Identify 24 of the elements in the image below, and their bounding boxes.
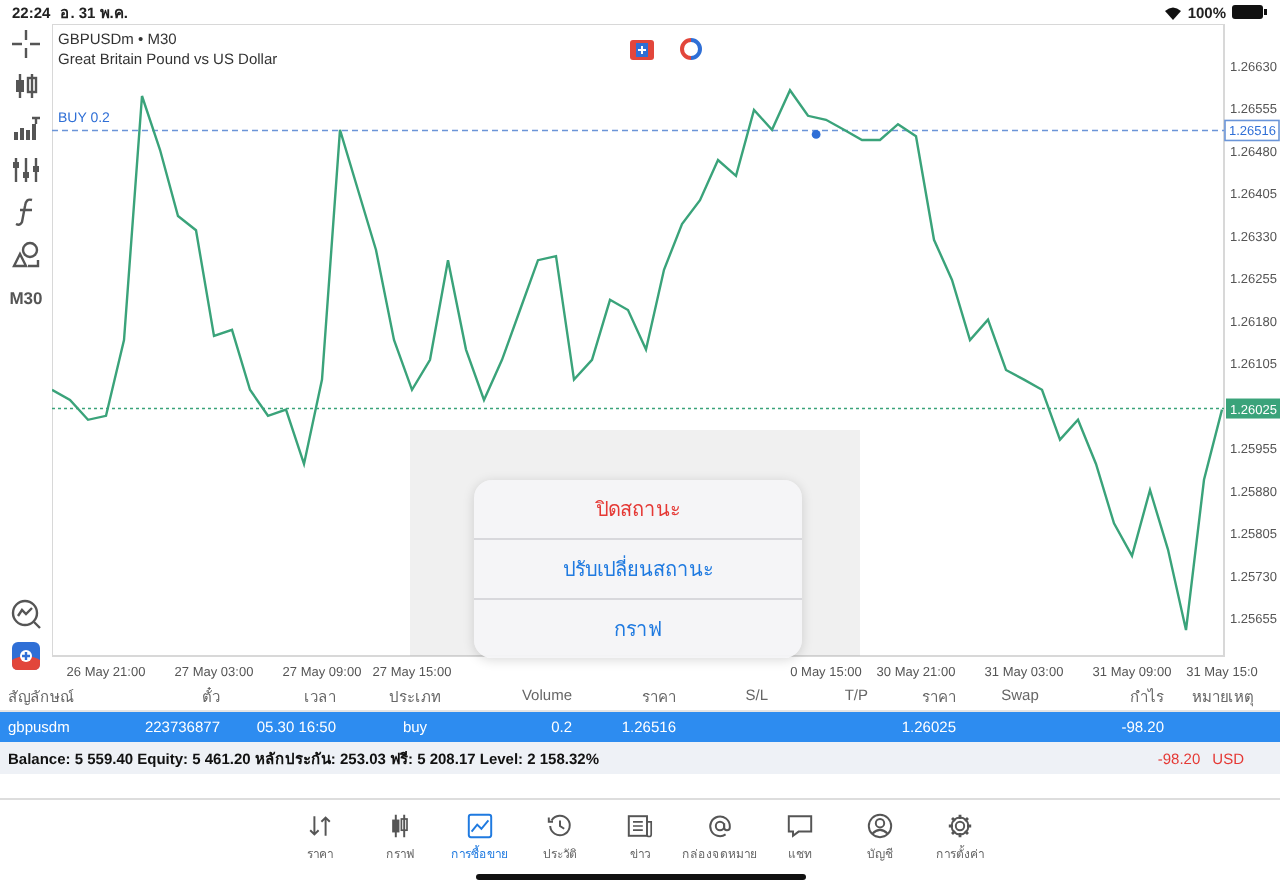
person-icon — [866, 812, 894, 840]
menu-item[interactable]: ปรับเปลี่ยนสถานะ — [474, 538, 802, 598]
one-click-trading-icon[interactable] — [630, 39, 654, 59]
menu-item[interactable]: กราฟ — [474, 598, 802, 658]
battery-icon — [1232, 4, 1268, 20]
newspaper-icon — [626, 812, 654, 840]
shapes-icon[interactable] — [9, 238, 42, 270]
bar-chart-icon[interactable] — [9, 112, 42, 144]
zoom-chart-icon[interactable] — [10, 598, 42, 630]
wifi-icon — [1163, 5, 1182, 19]
crosshair-icon[interactable] — [9, 28, 42, 60]
at-sign-icon — [706, 812, 734, 840]
candlestick-icon — [386, 812, 414, 840]
sliders-icon[interactable] — [9, 154, 42, 186]
sync-icon[interactable] — [680, 38, 702, 60]
timeframe-button[interactable]: M30 — [9, 288, 43, 308]
entry-marker — [811, 130, 821, 139]
menu-item[interactable]: ปิดสถานะ — [474, 480, 802, 538]
speech-bubble-icon — [786, 812, 814, 840]
settings-icon — [946, 812, 974, 840]
clock-icon — [546, 812, 574, 840]
app-logo-icon[interactable] — [10, 640, 42, 672]
line-chart-icon — [466, 812, 494, 840]
arrows-icon — [306, 812, 334, 840]
